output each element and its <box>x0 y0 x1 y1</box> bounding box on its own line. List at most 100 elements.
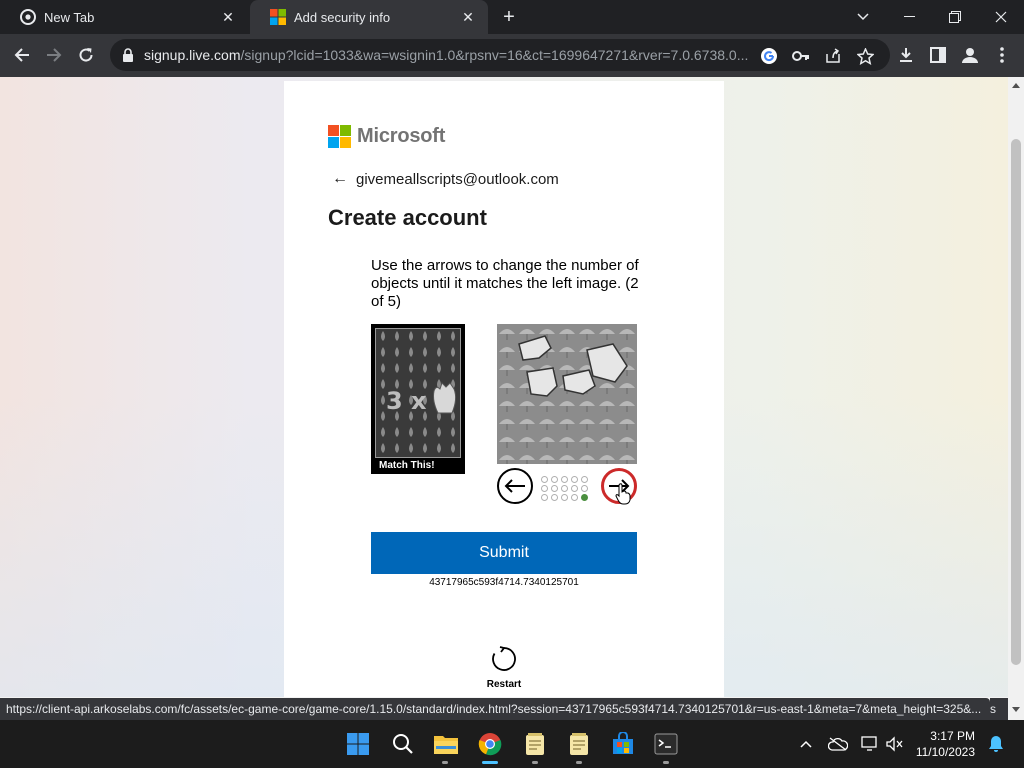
page-dot <box>541 476 548 483</box>
restore-button[interactable] <box>932 0 978 34</box>
page-dot <box>571 494 578 501</box>
restart-label: Restart <box>486 679 522 690</box>
close-window-button[interactable] <box>978 0 1024 34</box>
session-id: 43717965c593f4714.7340125701 <box>429 577 579 588</box>
address-bar[interactable]: signup.live.com/signup?lcid=1033&wa=wsig… <box>110 39 890 71</box>
restart-icon <box>492 646 516 671</box>
search-icon[interactable] <box>389 730 417 758</box>
tab-title: New Tab <box>44 9 95 25</box>
left-arrow-icon <box>504 479 525 493</box>
profile-icon[interactable] <box>956 41 984 69</box>
page-dot <box>571 485 578 492</box>
reload-button[interactable] <box>72 41 100 69</box>
notification-bell-icon[interactable] <box>986 734 1006 754</box>
system-clock[interactable]: 3:17 PM 11/10/2023 <box>915 728 975 760</box>
close-tab-icon[interactable]: ✕ <box>460 9 476 25</box>
back-arrow-icon <box>14 48 29 62</box>
key-icon[interactable] <box>792 47 810 65</box>
google-lens-icon[interactable] <box>760 47 778 65</box>
page-dot <box>541 485 548 492</box>
page-dot <box>541 494 548 501</box>
page-viewport: Microsoft ← givemeallscripts@outlook.com… <box>0 77 1008 697</box>
scroll-up-arrow-icon[interactable] <box>1012 83 1020 88</box>
previous-arrow-button[interactable] <box>497 468 533 504</box>
page-dot <box>551 494 558 501</box>
status-url-bubble: https://client-api.arkoselabs.com/fc/ass… <box>0 698 990 720</box>
submit-button[interactable]: Submit <box>371 532 637 574</box>
running-indicator <box>576 761 582 764</box>
signup-card: Microsoft ← givemeallscripts@outlook.com… <box>284 81 724 697</box>
microsoft-logo-grid <box>328 125 351 148</box>
page-dot <box>571 476 578 483</box>
volume-muted-icon[interactable] <box>884 734 904 754</box>
windows-taskbar: 3:17 PM 11/10/2023 <box>0 720 1024 768</box>
microsoft-wordmark: Microsoft <box>357 125 446 147</box>
chevron-up-icon[interactable] <box>796 734 816 754</box>
forward-button[interactable] <box>40 41 68 69</box>
scroll-down-arrow-icon[interactable] <box>1012 707 1020 712</box>
display-icon[interactable] <box>860 734 880 754</box>
lock-icon <box>123 48 133 62</box>
running-indicator <box>532 761 538 764</box>
match-count-text: 3 x <box>386 387 427 415</box>
menu-kebab-icon[interactable] <box>988 41 1016 69</box>
new-tab-button[interactable]: + <box>498 7 520 29</box>
chrome-icon[interactable] <box>476 730 504 758</box>
notepad-icon[interactable] <box>521 730 549 758</box>
reload-icon <box>79 48 93 62</box>
page-dots <box>541 476 591 503</box>
share-icon[interactable] <box>824 47 842 65</box>
page-dot <box>551 476 558 483</box>
forward-arrow-icon <box>47 48 62 62</box>
running-indicator <box>663 761 669 764</box>
match-label: Match This! <box>379 460 435 471</box>
tab-strip: New Tab ✕ Add security info ✕ + <box>0 0 1024 34</box>
tab-new-tab[interactable]: New Tab ✕ <box>0 0 248 34</box>
choice-image <box>497 324 637 464</box>
clock-date: 11/10/2023 <box>915 745 975 759</box>
start-icon[interactable] <box>344 730 372 758</box>
bookmark-star-icon[interactable] <box>856 47 874 65</box>
back-arrow-icon[interactable]: ← <box>332 170 348 188</box>
side-panel-icon[interactable] <box>924 41 952 69</box>
page-dot <box>561 476 568 483</box>
browser-toolbar: signup.live.com/signup?lcid=1033&wa=wsig… <box>0 34 1024 77</box>
notepad-icon[interactable] <box>565 730 593 758</box>
scroll-thumb[interactable] <box>1011 139 1021 665</box>
downloads-icon[interactable] <box>892 41 920 69</box>
tab-add-security-info[interactable]: Add security info ✕ <box>250 0 488 34</box>
identity-email: givemeallscripts@outlook.com <box>356 170 559 188</box>
close-tab-icon[interactable]: ✕ <box>220 9 236 25</box>
url-text: signup.live.com/signup?lcid=1033&wa=wsig… <box>144 47 749 63</box>
status-url-text: https://client-api.arkoselabs.com/fc/ass… <box>6 702 982 716</box>
page-dot <box>561 485 568 492</box>
hand-cursor-icon <box>615 483 631 505</box>
store-icon[interactable] <box>609 730 637 758</box>
page-dot <box>581 485 588 492</box>
identity-banner[interactable]: ← givemeallscripts@outlook.com <box>332 170 559 188</box>
tab-search-icon[interactable] <box>840 0 886 34</box>
microsoft-logo: Microsoft <box>328 125 445 148</box>
match-image-card: 3 x Match This! <box>371 324 465 474</box>
terminal-icon[interactable] <box>652 730 680 758</box>
captcha-puzzle: Use the arrows to change the number of o… <box>371 257 639 588</box>
page-dot <box>551 485 558 492</box>
restart-button[interactable]: Restart <box>474 646 534 690</box>
status-url-tail: s <box>990 698 1008 720</box>
puzzle-instruction: Use the arrows to change the number of o… <box>371 257 639 310</box>
tab-title: Add security info <box>294 9 391 25</box>
active-indicator <box>482 761 498 764</box>
clock-time: 3:17 PM <box>930 729 975 743</box>
back-button[interactable] <box>8 41 36 69</box>
page-dot <box>581 476 588 483</box>
minimize-button[interactable] <box>886 0 932 34</box>
chrome-icon <box>20 9 36 25</box>
onedrive-offline-icon[interactable] <box>828 734 848 754</box>
page-dot <box>581 494 588 501</box>
file-explorer-icon[interactable] <box>432 730 460 758</box>
page-scrollbar[interactable] <box>1008 77 1024 720</box>
microsoft-favicon <box>270 9 286 25</box>
page-dot <box>561 494 568 501</box>
page-title: Create account <box>328 205 487 230</box>
match-image: 3 x <box>375 328 461 458</box>
